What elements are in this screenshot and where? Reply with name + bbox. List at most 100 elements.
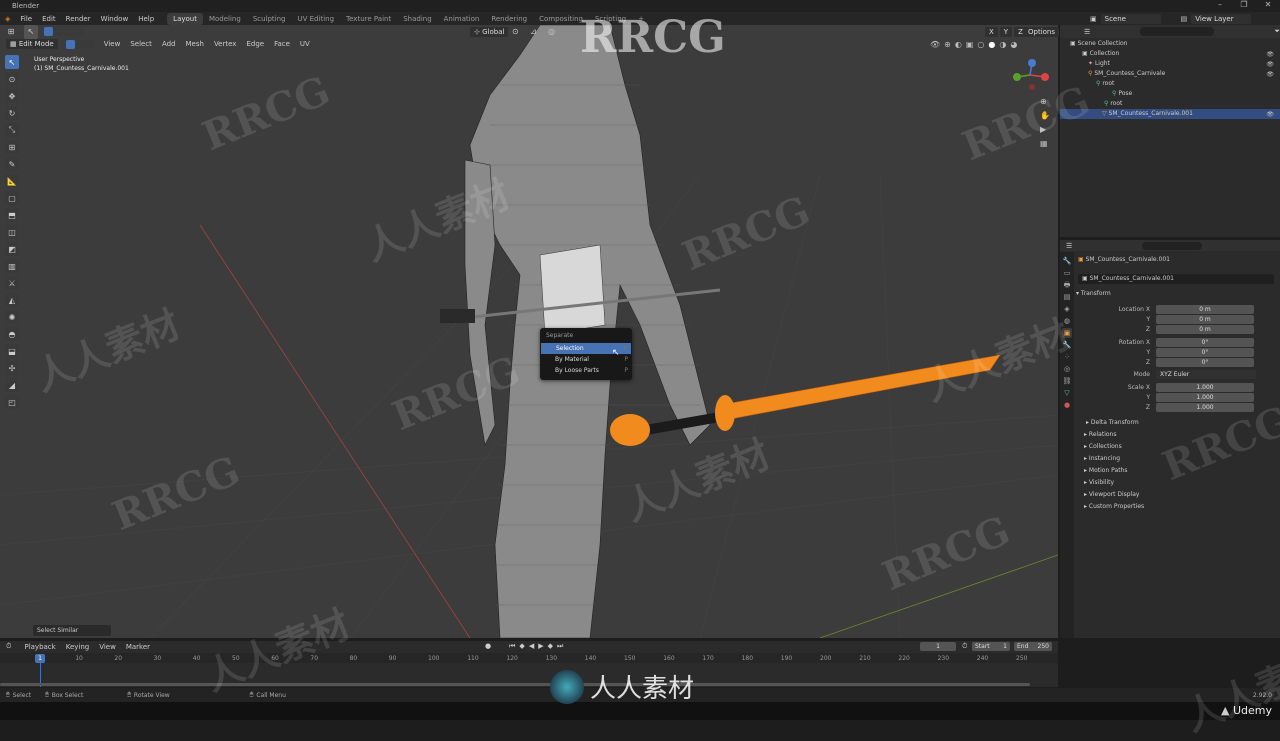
- end-frame-field[interactable]: End 250: [1014, 642, 1052, 651]
- data-tab-icon[interactable]: ▽: [1062, 388, 1072, 398]
- minimize-button[interactable]: –: [1208, 0, 1232, 9]
- constraints-tab-icon[interactable]: ⛓: [1062, 376, 1072, 386]
- properties-editor-icon[interactable]: ☰: [1066, 242, 1072, 250]
- outliner-row-pose[interactable]: ⚲ Pose: [1112, 89, 1132, 99]
- axis-x-toggle[interactable]: X: [985, 26, 998, 37]
- menu-view[interactable]: View: [99, 40, 126, 48]
- vertex-select-icon[interactable]: [65, 39, 75, 49]
- tool-tab-icon[interactable]: 🔧: [1062, 256, 1072, 266]
- menu-render[interactable]: Render: [61, 15, 96, 23]
- measure-tool-icon[interactable]: 📐: [5, 174, 19, 188]
- axis-y-toggle[interactable]: Y: [999, 26, 1013, 37]
- edge-select-icon[interactable]: [75, 39, 85, 49]
- select-tool-icon[interactable]: ↖: [24, 24, 38, 39]
- rotate-tool-icon[interactable]: ↻: [5, 106, 19, 120]
- overlay-toggle-icon[interactable]: ◐: [955, 40, 962, 49]
- scale-x-field[interactable]: 1.000: [1156, 383, 1254, 392]
- knife-tool-icon[interactable]: ⚔: [5, 276, 19, 290]
- motion-paths-panel[interactable]: ▸ Motion Paths: [1084, 467, 1127, 474]
- smooth-tool-icon[interactable]: ◓: [5, 327, 19, 341]
- mode-selector[interactable]: ▦ Edit Mode: [6, 39, 58, 49]
- play-icon[interactable]: ▶: [538, 642, 543, 651]
- proportional-edit-icon[interactable]: ◎: [548, 27, 555, 36]
- view-layer-tab-icon[interactable]: ▤: [1062, 292, 1072, 302]
- menu-marker[interactable]: Marker: [121, 643, 155, 651]
- menu-mesh[interactable]: Mesh: [181, 40, 209, 48]
- output-tab-icon[interactable]: 🖶: [1062, 280, 1072, 290]
- close-button[interactable]: ✕: [1256, 0, 1280, 9]
- start-frame-field[interactable]: Start 1: [972, 642, 1010, 651]
- collections-panel[interactable]: ▸ Collections: [1084, 443, 1122, 450]
- xray-toggle-icon[interactable]: ▣: [966, 40, 974, 49]
- last-operator-panel[interactable]: Select Similar: [33, 625, 111, 636]
- menu-file[interactable]: File: [15, 15, 37, 23]
- scene-tab-icon[interactable]: ◈: [1062, 304, 1072, 314]
- transform-panel-header[interactable]: ▾ Transform: [1076, 290, 1111, 297]
- annotate-tool-icon[interactable]: ✎: [5, 157, 19, 171]
- editor-type-icon[interactable]: ⊞: [4, 25, 18, 39]
- workspace-tab-animation[interactable]: Animation: [438, 13, 486, 25]
- delta-transform-panel[interactable]: ▸ Delta Transform: [1086, 419, 1139, 426]
- rip-tool-icon[interactable]: ◰: [5, 395, 19, 409]
- workspace-tab-shading[interactable]: Shading: [397, 13, 437, 25]
- transform-tool-icon[interactable]: ⊞: [5, 140, 19, 154]
- location-x-field[interactable]: 0 m: [1156, 305, 1254, 314]
- menu-face[interactable]: Face: [269, 40, 295, 48]
- prev-key-icon[interactable]: ◆: [519, 642, 524, 651]
- physics-tab-icon[interactable]: ◎: [1062, 364, 1072, 374]
- select-box-tool-icon[interactable]: ↖: [5, 55, 19, 69]
- visibility-icon[interactable]: 👁: [930, 40, 940, 49]
- scene-selector[interactable]: Scene: [1100, 13, 1161, 24]
- playhead[interactable]: 1: [35, 654, 45, 663]
- material-shading-icon[interactable]: ◑: [999, 40, 1006, 49]
- rendered-shading-icon[interactable]: ◕: [1010, 40, 1017, 49]
- preview-range-icon[interactable]: ⏱: [962, 642, 967, 651]
- rotation-z-field[interactable]: 0°: [1156, 358, 1254, 367]
- rotation-mode-dropdown[interactable]: XYZ Euler: [1156, 370, 1256, 379]
- timeline-editor-icon[interactable]: ⏱: [6, 642, 11, 651]
- options-dropdown[interactable]: Options: [1024, 26, 1060, 37]
- location-y-field[interactable]: 0 m: [1156, 315, 1254, 324]
- move-tool-icon[interactable]: ✥: [5, 89, 19, 103]
- view-layer-selector[interactable]: View Layer: [1191, 13, 1252, 24]
- select-mode-subtract-icon[interactable]: [64, 27, 73, 36]
- poly-build-tool-icon[interactable]: ◭: [5, 293, 19, 307]
- loop-cut-tool-icon[interactable]: ▥: [5, 259, 19, 273]
- outliner-row-root-bone[interactable]: ⚲ root: [1104, 99, 1122, 109]
- shrink-fatten-tool-icon[interactable]: ✣: [5, 361, 19, 375]
- viewport-display-panel[interactable]: ▸ Viewport Display: [1084, 491, 1139, 498]
- gizmo-toggle-icon[interactable]: ⊕: [944, 40, 951, 49]
- bevel-tool-icon[interactable]: ◩: [5, 242, 19, 256]
- inset-tool-icon[interactable]: ◫: [5, 225, 19, 239]
- separate-by-loose-parts-item[interactable]: By Loose Parts P: [540, 365, 632, 376]
- outliner-row-light[interactable]: ✦ Light: [1088, 59, 1110, 69]
- filter-icon[interactable]: ⏷: [1274, 27, 1280, 36]
- menu-help[interactable]: Help: [133, 15, 159, 23]
- workspace-tab-modeling[interactable]: Modeling: [203, 13, 247, 25]
- visibility-toggle-icon[interactable]: 👁: [1266, 61, 1274, 68]
- visibility-toggle-icon[interactable]: 👁: [1266, 51, 1274, 58]
- blender-logo-icon[interactable]: ◈: [0, 15, 15, 23]
- face-select-icon[interactable]: [85, 39, 95, 49]
- outliner-row-root[interactable]: ⚲ root: [1096, 79, 1114, 89]
- menu-playback[interactable]: Playback: [19, 643, 60, 651]
- select-mode-extend-icon[interactable]: [54, 27, 63, 36]
- properties-search-input[interactable]: [1142, 241, 1203, 250]
- outliner-row-collection[interactable]: ▣ Collection: [1082, 49, 1119, 59]
- workspace-tab-rendering[interactable]: Rendering: [485, 13, 533, 25]
- scale-z-field[interactable]: 1.000: [1156, 403, 1254, 412]
- menu-edge[interactable]: Edge: [241, 40, 269, 48]
- record-icon[interactable]: ●: [485, 642, 491, 651]
- instancing-panel[interactable]: ▸ Instancing: [1084, 455, 1120, 462]
- menu-timeline-view[interactable]: View: [94, 643, 121, 651]
- edge-slide-tool-icon[interactable]: ⬓: [5, 344, 19, 358]
- snap-icon[interactable]: ⊿: [530, 27, 537, 36]
- material-tab-icon[interactable]: ●: [1062, 400, 1072, 410]
- relations-panel[interactable]: ▸ Relations: [1084, 431, 1116, 438]
- custom-properties-panel[interactable]: ▸ Custom Properties: [1084, 503, 1144, 510]
- jump-start-icon[interactable]: ⏮: [509, 642, 515, 651]
- scale-y-field[interactable]: 1.000: [1156, 393, 1254, 402]
- workspace-tab-sculpting[interactable]: Sculpting: [247, 13, 292, 25]
- wireframe-shading-icon[interactable]: ○: [977, 40, 984, 49]
- navigation-gizmo[interactable]: [1013, 59, 1049, 90]
